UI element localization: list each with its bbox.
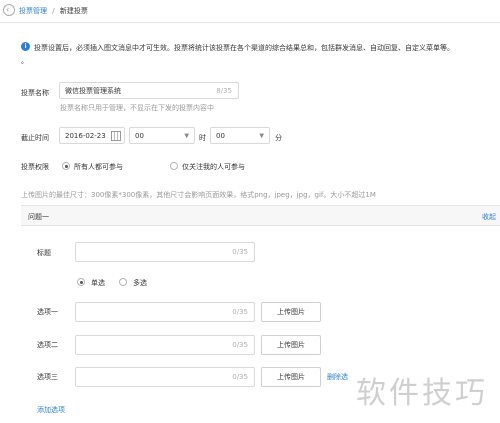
minute-unit: 分 [275, 134, 282, 142]
info-icon: i [21, 42, 30, 51]
single-choice-radio[interactable] [77, 278, 85, 286]
breadcrumb: 投票管理 / 新建投票 [19, 6, 88, 16]
option-label: 选项三 [37, 373, 58, 381]
notice-continuation: 。 [21, 57, 28, 65]
vote-name-label: 投票名称 [21, 89, 49, 97]
permission-all-radio[interactable] [62, 162, 70, 170]
question-title-input[interactable]: 0/35 [75, 242, 255, 262]
vote-name-hint: 投票名称只用于管理，不显示在下发的投票内容中 [60, 104, 214, 112]
multi-choice-radio[interactable] [119, 278, 127, 286]
back-button[interactable]: ‹ [3, 4, 15, 16]
vote-name-value: 微信投票管理系统 [65, 86, 121, 95]
option-counter: 0/35 [232, 373, 248, 381]
upload-image-button[interactable]: 上传图片 [261, 367, 321, 387]
permission-followers-radio[interactable] [170, 162, 178, 170]
header-divider [0, 22, 500, 23]
chevron-left-icon: ‹ [6, 5, 10, 14]
option-input[interactable]: 0/35 [75, 335, 255, 355]
add-option-link[interactable]: 添加选项 [37, 405, 65, 415]
option-label: 选项二 [37, 341, 58, 349]
upload-image-button[interactable]: 上传图片 [261, 302, 321, 322]
single-choice-label[interactable]: 单选 [91, 278, 105, 288]
upload-image-button[interactable]: 上传图片 [261, 335, 321, 355]
breadcrumb-separator: / [52, 7, 55, 15]
delete-option-link[interactable]: 删除选 [327, 372, 348, 382]
option-counter: 0/35 [232, 341, 248, 349]
deadline-label: 截止时间 [21, 134, 49, 142]
upload-note: 上传图片的最佳尺寸：300像素*300像素，其他尺寸会影响页面效果，格式png，… [21, 191, 376, 199]
minute-select[interactable]: 00 ▼ [210, 127, 270, 144]
minute-value: 00 [216, 131, 225, 140]
option-input[interactable]: 0/35 [75, 302, 255, 322]
question-title: 问题一 [28, 213, 49, 221]
permission-label: 投票权限 [21, 163, 49, 171]
chevron-down-icon: ▼ [259, 132, 264, 139]
breadcrumb-current: 新建投票 [59, 7, 88, 15]
watermark: 软件技巧 [356, 376, 488, 411]
breadcrumb-back-link[interactable]: 投票管理 [19, 7, 47, 15]
hour-value: 00 [135, 131, 144, 140]
question-title-counter: 0/35 [232, 248, 248, 256]
permission-followers-label[interactable]: 仅关注我的人可参与 [182, 162, 245, 172]
date-value: 2016-02-23 [65, 131, 106, 140]
vote-name-counter: 8/35 [216, 86, 232, 95]
option-counter: 0/35 [232, 308, 248, 316]
chevron-down-icon: ▼ [184, 132, 189, 139]
hour-select[interactable]: 00 ▼ [129, 127, 195, 144]
permission-all-label[interactable]: 所有人都可参与 [74, 162, 123, 172]
option-label: 选项一 [37, 308, 58, 316]
question-title-label: 标题 [37, 249, 51, 257]
notice-text: 投票设置后，必须插入图文消息中才可生效。投票将统计该投票在各个渠道的综合结果总和… [34, 44, 454, 52]
date-input[interactable]: 2016-02-23 [59, 127, 125, 144]
calendar-icon[interactable] [111, 131, 121, 141]
option-input[interactable]: 0/35 [75, 367, 255, 387]
vote-name-input[interactable]: 微信投票管理系统 8/35 [59, 82, 239, 99]
multi-choice-label[interactable]: 多选 [133, 278, 147, 288]
hour-unit: 时 [199, 134, 206, 142]
collapse-link[interactable]: 收起 [482, 212, 496, 222]
question-panel-header: 问题一 收起 [21, 205, 500, 226]
